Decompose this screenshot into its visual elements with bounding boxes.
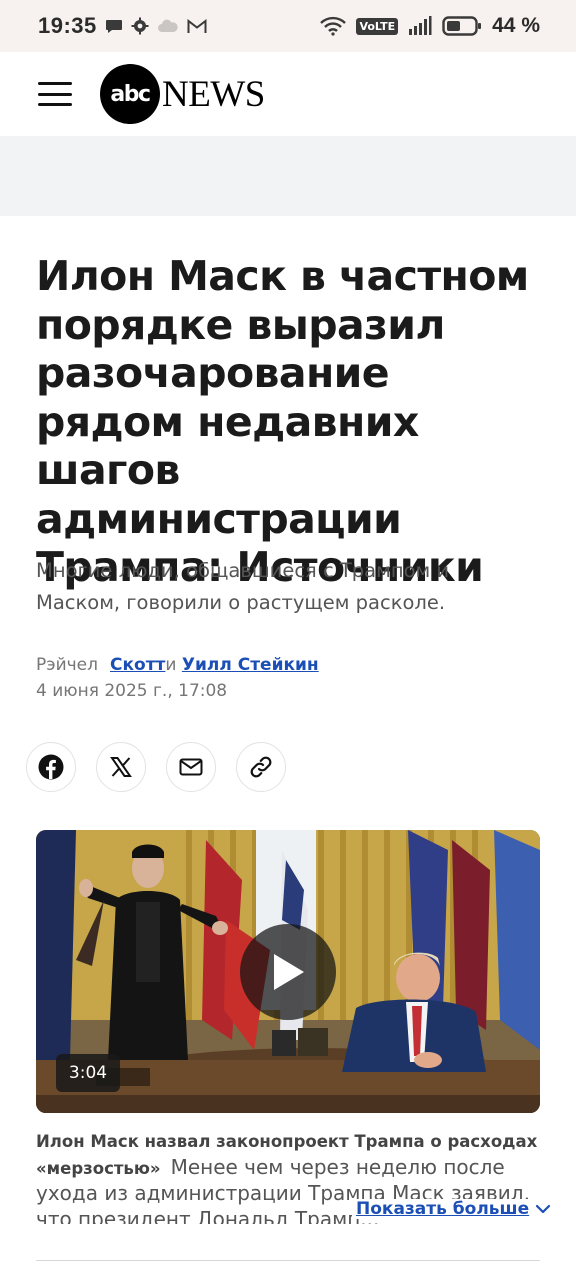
author-link-scott[interactable]: Скотт	[110, 655, 165, 675]
wifi-icon	[320, 16, 347, 36]
cloud-icon	[157, 19, 179, 33]
byline-conjunction: и	[165, 655, 177, 675]
share-x-button[interactable]	[96, 742, 146, 792]
copy-link-button[interactable]	[236, 742, 286, 792]
menu-icon-bar	[38, 103, 72, 106]
logo-news-text: NEWS	[162, 73, 265, 115]
video-player[interactable]: 3:04	[36, 830, 540, 1113]
chat-bubble-icon	[105, 18, 123, 34]
byline: Рэйчел Скотти Уилл Стейкин	[36, 655, 319, 675]
author-link-steakin[interactable]: Уилл Стейкин	[182, 655, 319, 675]
video-duration: 3:04	[56, 1054, 120, 1092]
show-more-label: Показать больше	[356, 1199, 530, 1219]
facebook-icon	[38, 754, 64, 780]
chevron-down-icon	[535, 1204, 551, 1214]
status-bar-left: 19:35	[38, 13, 207, 39]
menu-icon[interactable]	[38, 82, 72, 106]
link-icon	[250, 756, 272, 778]
settings-gear-icon	[131, 17, 149, 35]
volte-badge: VoLTE	[356, 17, 399, 35]
signal-icon	[408, 16, 432, 36]
battery-icon	[442, 16, 482, 36]
play-button[interactable]	[240, 924, 336, 1020]
section-divider	[36, 1260, 540, 1261]
battery-percentage: 44 %	[492, 14, 540, 37]
site-header: abc NEWS	[0, 52, 576, 136]
share-bar	[26, 742, 286, 792]
menu-icon-bar	[38, 92, 72, 96]
gmail-icon	[187, 18, 207, 34]
publish-date: 4 июня 2025 г., 17:08	[36, 681, 228, 701]
show-more-button[interactable]: Показать больше	[352, 1199, 552, 1219]
mail-icon	[179, 758, 203, 776]
byline-prefix: Рэйчел	[36, 655, 98, 675]
share-facebook-button[interactable]	[26, 742, 76, 792]
status-time: 19:35	[38, 13, 97, 38]
article-subheadline: Многие люди, общавшиеся с Трампом и Маск…	[36, 559, 450, 614]
play-icon	[274, 954, 304, 990]
ad-placeholder	[0, 136, 576, 216]
status-bar: 19:35 VoLTE 44 %	[0, 0, 576, 52]
article-headline: Илон Маск в частном порядке выразил разо…	[36, 252, 529, 591]
status-bar-right: VoLTE 44 %	[320, 14, 540, 38]
abc-news-logo[interactable]: abc NEWS	[100, 64, 265, 124]
x-icon	[110, 757, 132, 777]
menu-icon-bar	[38, 82, 72, 85]
abc-logo-circle: abc	[100, 64, 160, 124]
share-email-button[interactable]	[166, 742, 216, 792]
